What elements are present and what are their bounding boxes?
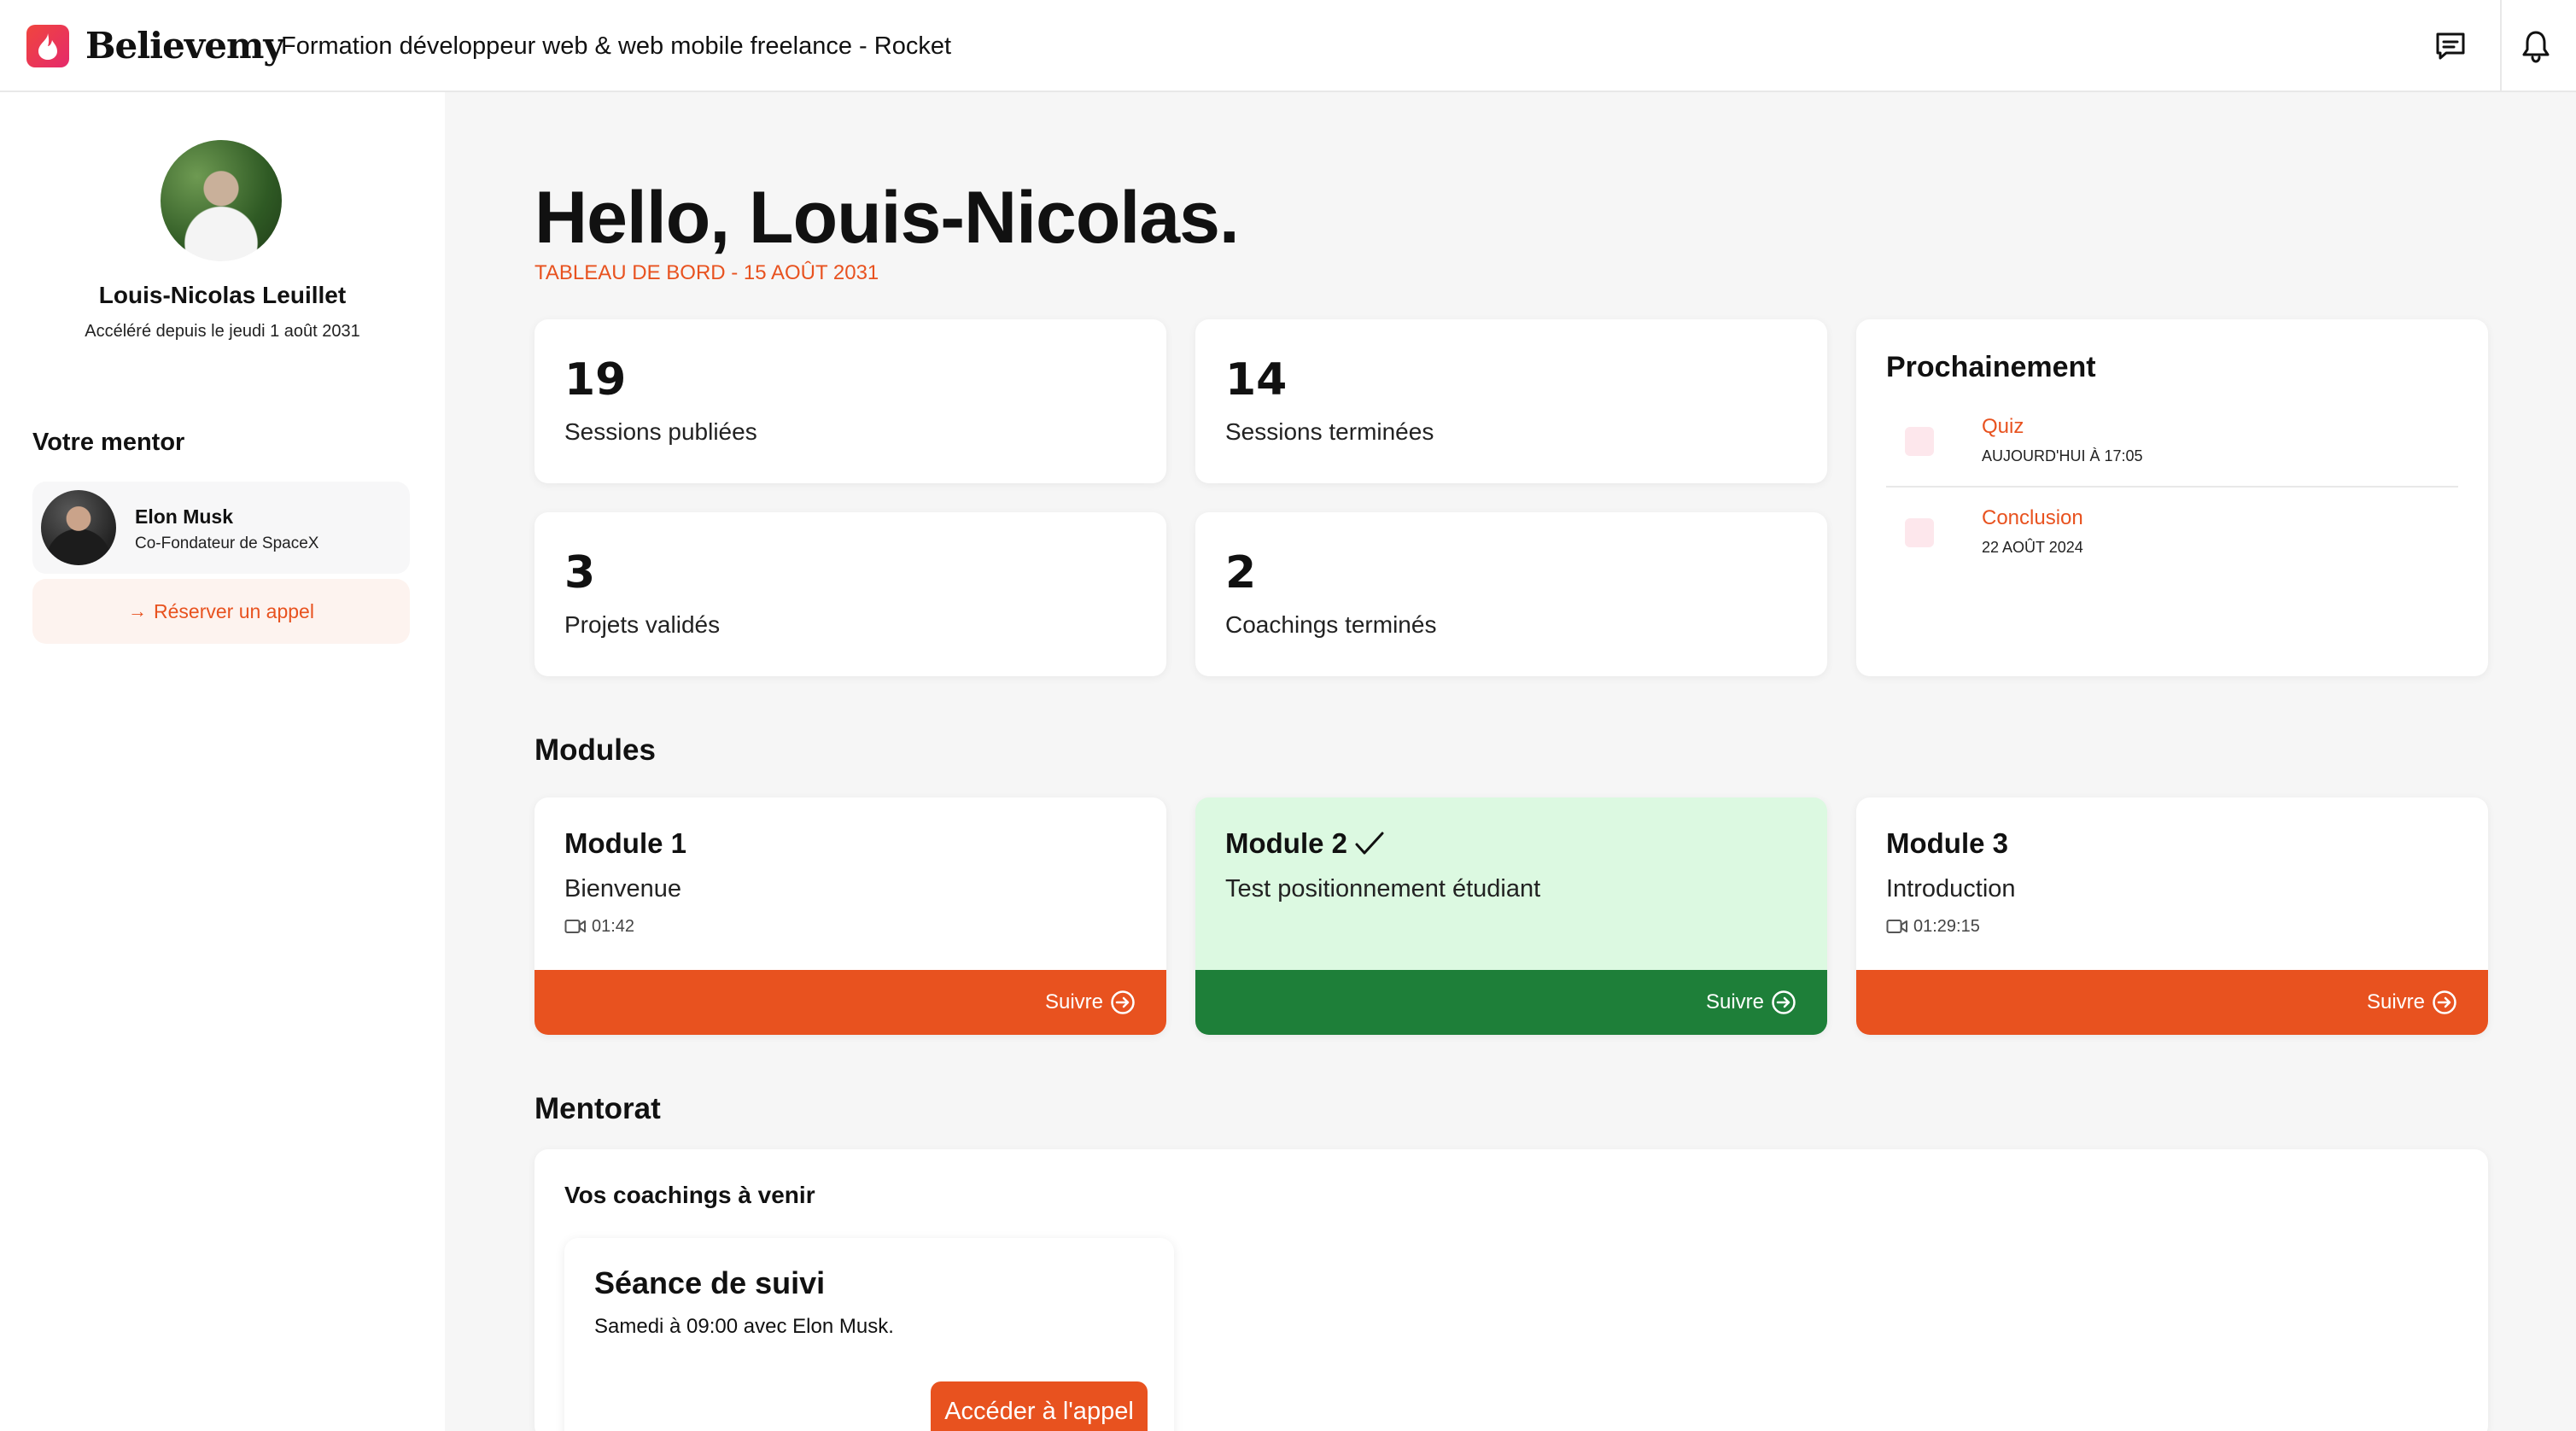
mentor-name: Elon Musk — [135, 505, 234, 528]
believemy-logo-icon[interactable] — [26, 25, 69, 67]
sidebar: Louis-Nicolas Leuillet Accéléré depuis l… — [0, 92, 445, 1431]
stat-label: Coachings terminés — [1225, 611, 1437, 638]
module-follow-button[interactable]: Suivre — [1195, 970, 1827, 1035]
module-follow-button[interactable]: Suivre — [1856, 970, 2488, 1035]
module-title: Module 1 — [564, 825, 686, 862]
follow-label: Suivre — [1705, 990, 1764, 1013]
brand-name[interactable]: Believemy — [85, 20, 284, 72]
module-title: Module 2 — [1225, 825, 1385, 862]
module-title: Module 3 — [1886, 825, 2008, 862]
checkbox-icon[interactable] — [1905, 518, 1934, 547]
stat-label: Sessions publiées — [564, 418, 757, 445]
book-call-button[interactable]: → Réserver un appel — [32, 579, 410, 644]
video-camera-icon — [1886, 920, 1907, 933]
module-card-3[interactable]: Module 3 Introduction 01:29:15 Suivre — [1856, 797, 2488, 1035]
book-call-label: Réserver un appel — [154, 599, 314, 622]
user-avatar[interactable] — [161, 140, 282, 261]
mentor-heading: Votre mentor — [32, 429, 185, 456]
arrow-circle-right-icon — [1772, 990, 1796, 1014]
user-since: Accéléré depuis le jeudi 1 août 2031 — [85, 322, 360, 341]
upcoming-item-when: 22 AOÛT 2024 — [1982, 539, 2083, 556]
stat-value: 3 — [564, 547, 596, 599]
mentor-avatar — [41, 490, 116, 565]
stat-value: 19 — [564, 354, 627, 406]
module-duration-text: 01:29:15 — [1913, 917, 1980, 936]
follow-label: Suivre — [1044, 990, 1103, 1013]
arrow-circle-right-icon — [2433, 990, 2456, 1014]
bell-icon — [2522, 31, 2550, 63]
mentor-card[interactable]: Elon Musk Co-Fondateur de SpaceX — [32, 482, 410, 574]
notifications-button[interactable] — [2515, 26, 2556, 67]
upcoming-item-name[interactable]: Quiz — [1982, 413, 2024, 441]
stat-value: 14 — [1225, 354, 1288, 406]
session-when: Samedi à 09:00 avec Elon Musk. — [594, 1315, 894, 1338]
module-subtitle: Bienvenue — [564, 875, 682, 902]
module-duration: 01:42 — [564, 915, 634, 937]
user-name: Louis-Nicolas Leuillet — [98, 282, 347, 308]
module-card-1[interactable]: Module 1 Bienvenue 01:42 Suivre — [534, 797, 1166, 1035]
arrow-circle-right-icon — [1111, 990, 1135, 1014]
follow-label: Suivre — [2366, 990, 2425, 1013]
divider — [1886, 486, 2458, 488]
module-duration-text: 01:42 — [592, 917, 635, 936]
upcoming-item[interactable]: Quiz AUJOURD'HUI À 17:05 — [1886, 412, 2458, 480]
module-follow-button[interactable]: Suivre — [534, 970, 1166, 1035]
stat-value: 2 — [1225, 547, 1257, 599]
arrow-right-icon: → — [128, 600, 148, 622]
upcoming-title: Prochainement — [1886, 351, 2096, 383]
module-card-2[interactable]: Module 2 Test positionnement étudiant Su… — [1195, 797, 1827, 1035]
flame-icon — [38, 33, 57, 60]
stat-card-coachings-completed: 2 Coachings terminés — [1195, 512, 1827, 676]
stat-card-sessions-completed: 14 Sessions terminées — [1195, 319, 1827, 483]
stat-label: Projets validés — [564, 611, 721, 638]
stat-label: Sessions terminées — [1225, 418, 1434, 445]
video-camera-icon — [564, 920, 586, 933]
coaching-panel: Vos coachings à venir Séance de suivi Sa… — [534, 1149, 2488, 1431]
upcoming-item[interactable]: Conclusion 22 AOÛT 2024 — [1886, 503, 2458, 571]
upcoming-card: Prochainement Quiz AUJOURD'HUI À 17:05 C… — [1856, 319, 2488, 676]
top-bar: Believemy Formation développeur web & we… — [0, 0, 2576, 92]
upcoming-item-name[interactable]: Conclusion — [1982, 505, 2083, 532]
join-call-button[interactable]: Accéder à l'appel — [931, 1381, 1148, 1431]
messages-button[interactable] — [2430, 26, 2471, 67]
top-divider — [2500, 0, 2502, 91]
session-card: Séance de suivi Samedi à 09:00 avec Elon… — [564, 1238, 1174, 1431]
module-subtitle: Test positionnement étudiant — [1225, 875, 1541, 902]
upcoming-item-when: AUJOURD'HUI À 17:05 — [1982, 447, 2143, 464]
checkmark-icon — [1355, 832, 1384, 855]
checkbox-icon[interactable] — [1905, 427, 1934, 456]
module-title-text: Module 3 — [1886, 827, 2009, 859]
module-subtitle: Introduction — [1886, 875, 2016, 902]
chat-icon — [2436, 32, 2465, 60]
greeting: Hello, Louis-Nicolas. — [534, 177, 1240, 259]
module-duration: 01:29:15 — [1886, 915, 1980, 937]
mentoring-heading: Mentorat — [534, 1092, 661, 1125]
stat-card-sessions-published: 19 Sessions publiées — [534, 319, 1166, 483]
session-title: Séance de suivi — [594, 1265, 826, 1300]
stat-card-projects-validated: 3 Projets validés — [534, 512, 1166, 676]
upcoming-coachings-heading: Vos coachings à venir — [564, 1182, 815, 1208]
modules-heading: Modules — [534, 733, 656, 767]
dashboard-date: TABLEAU DE BORD - 15 AOÛT 2031 — [534, 261, 879, 284]
course-title: Formation développeur web & web mobile f… — [281, 32, 952, 60]
module-title-text: Module 1 — [564, 827, 687, 859]
mentor-role: Co-Fondateur de SpaceX — [135, 534, 319, 552]
module-title-text: Module 2 — [1225, 827, 1348, 859]
